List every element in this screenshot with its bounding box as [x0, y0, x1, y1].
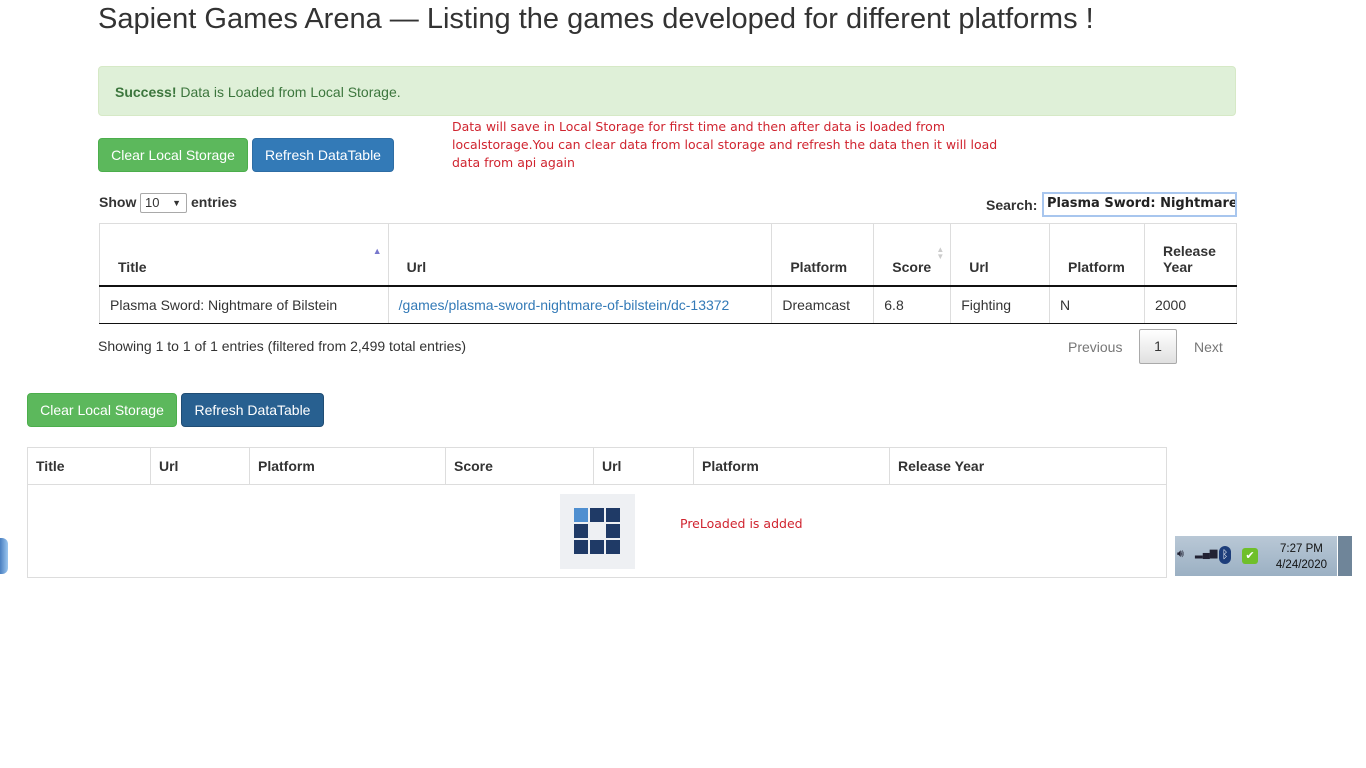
t2-col-url-2[interactable]: Url — [593, 447, 694, 486]
entries-select[interactable]: 10 ▼ — [140, 193, 187, 213]
sort-ascending-icon: ▲ — [372, 246, 382, 256]
table-header-row: Title ▲ Url Platform Score ▲ ▼ Url Platfo… — [99, 223, 1238, 287]
chevron-down-icon: ▼ — [172, 198, 181, 208]
loader-cell — [590, 508, 604, 522]
cell-genre: Fighting — [950, 285, 1050, 324]
col-header-title-label: Title — [118, 258, 147, 275]
pagination-next[interactable]: Next — [1194, 339, 1223, 355]
cell-platform: Dreamcast — [771, 285, 874, 324]
col-header-score[interactable]: Score ▲ ▼ — [873, 223, 951, 287]
cell-score: 6.8 — [873, 285, 951, 324]
taskbar-date: 4/24/2020 — [1275, 559, 1327, 571]
game-url-link[interactable]: /games/plasma-sword-nightmare-of-bilstei… — [399, 297, 730, 313]
security-shield-icon[interactable]: ✔ — [1242, 548, 1258, 564]
t2-col-platform[interactable]: Platform — [249, 447, 446, 486]
clear-local-storage-button[interactable]: Clear Local Storage — [98, 138, 248, 172]
col-header-title[interactable]: Title ▲ — [99, 223, 389, 287]
loader-cell — [590, 540, 604, 554]
t2-col-platform-2[interactable]: Platform — [693, 447, 890, 486]
taskbar-time: 7:27 PM — [1280, 543, 1323, 555]
search-label: Search: — [986, 197, 1038, 213]
t2-col-url[interactable]: Url — [150, 447, 250, 486]
cell-platform-2: N — [1049, 285, 1145, 324]
sort-both-icon: ▲ ▼ — [936, 245, 945, 261]
games-table: Title ▲ Url Platform Score ▲ ▼ Url Platfo… — [99, 223, 1238, 324]
table-row: Plasma Sword: Nightmare of Bilstein /gam… — [99, 285, 1238, 324]
loader-cell — [574, 524, 588, 538]
success-alert: Success! Data is Loaded from Local Stora… — [98, 66, 1236, 116]
entries-select-value: 10 — [145, 195, 160, 210]
loader-cell — [606, 524, 620, 538]
table-info: Showing 1 to 1 of 1 entries (filtered fr… — [98, 338, 467, 354]
col-header-url-2[interactable]: Url — [950, 223, 1050, 287]
storage-note: Data will save in Local Storage for firs… — [452, 119, 998, 170]
start-orb-icon — [0, 538, 8, 574]
clear-local-storage-button-2[interactable]: Clear Local Storage — [27, 393, 177, 427]
loader-cell — [574, 540, 588, 554]
taskbar-clock[interactable]: 7:27 PM 4/24/2020 — [1276, 541, 1327, 573]
col-header-release-year[interactable]: Release Year — [1143, 223, 1238, 287]
show-desktop-button[interactable] — [1337, 536, 1352, 576]
col-header-platform[interactable]: Platform — [771, 223, 874, 287]
loader-cell — [606, 540, 620, 554]
table2-header-row: Title Url Platform Score Url Platform Re… — [27, 447, 1167, 486]
page-title: Sapient Games Arena — Listing the games … — [98, 3, 1094, 35]
search-input[interactable]: Plasma Sword: Nightmare o — [1042, 192, 1237, 217]
col-header-platform-2[interactable]: Platform — [1049, 223, 1145, 287]
cell-title: Plasma Sword: Nightmare of Bilstein — [99, 285, 389, 324]
show-label: Show — [99, 194, 137, 210]
alert-strong: Success! — [115, 84, 177, 100]
loader-cell — [574, 508, 588, 522]
refresh-datatable-button[interactable]: Refresh DataTable — [252, 138, 394, 172]
refresh-datatable-button-2[interactable]: Refresh DataTable — [181, 393, 324, 427]
loading-spinner — [560, 494, 635, 569]
preload-message: PreLoaded is added — [680, 516, 803, 531]
alert-message: Data is Loaded from Local Storage. — [176, 84, 401, 100]
bluetooth-icon[interactable]: ᛒ — [1219, 546, 1231, 564]
t2-col-title[interactable]: Title — [27, 447, 151, 486]
col-header-score-label: Score — [892, 258, 932, 275]
pagination-previous[interactable]: Previous — [1068, 339, 1122, 355]
cell-url: /games/plasma-sword-nightmare-of-bilstei… — [387, 285, 772, 324]
signal-icon[interactable]: ▂▄▆ — [1195, 548, 1217, 559]
entries-label: entries — [191, 194, 237, 210]
games-table-2: Title Url Platform Score Url Platform Re… — [27, 447, 1167, 486]
cell-release-year: 2000 — [1143, 285, 1238, 324]
col-header-url[interactable]: Url — [387, 223, 772, 287]
t2-col-release-year[interactable]: Release Year — [889, 447, 1167, 486]
system-tray: 🔊︎ ▂▄▆ ᛒ ✔ 7:27 PM 4/24/2020 — [1175, 536, 1351, 576]
pagination-page-1[interactable]: 1 — [1139, 329, 1177, 364]
loader-cell — [606, 508, 620, 522]
volume-icon[interactable]: 🔊︎ — [1177, 548, 1184, 561]
t2-col-score[interactable]: Score — [445, 447, 594, 486]
